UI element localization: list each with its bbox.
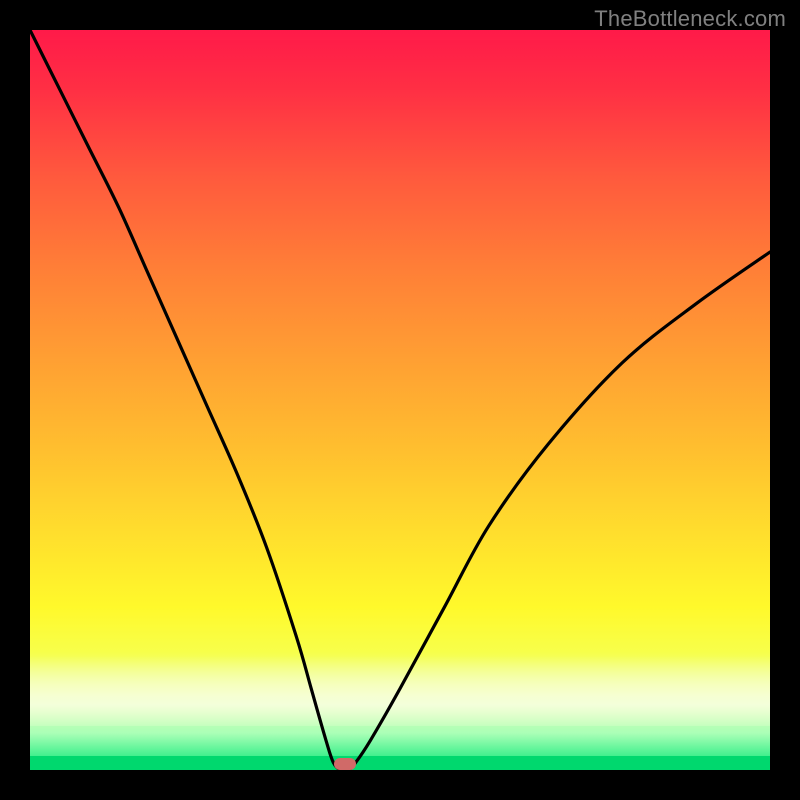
watermark-text: TheBottleneck.com bbox=[594, 6, 786, 32]
chart-frame: TheBottleneck.com bbox=[0, 0, 800, 800]
optimum-marker bbox=[334, 758, 356, 770]
bottleneck-curve bbox=[30, 30, 770, 770]
plot-area bbox=[30, 30, 770, 770]
